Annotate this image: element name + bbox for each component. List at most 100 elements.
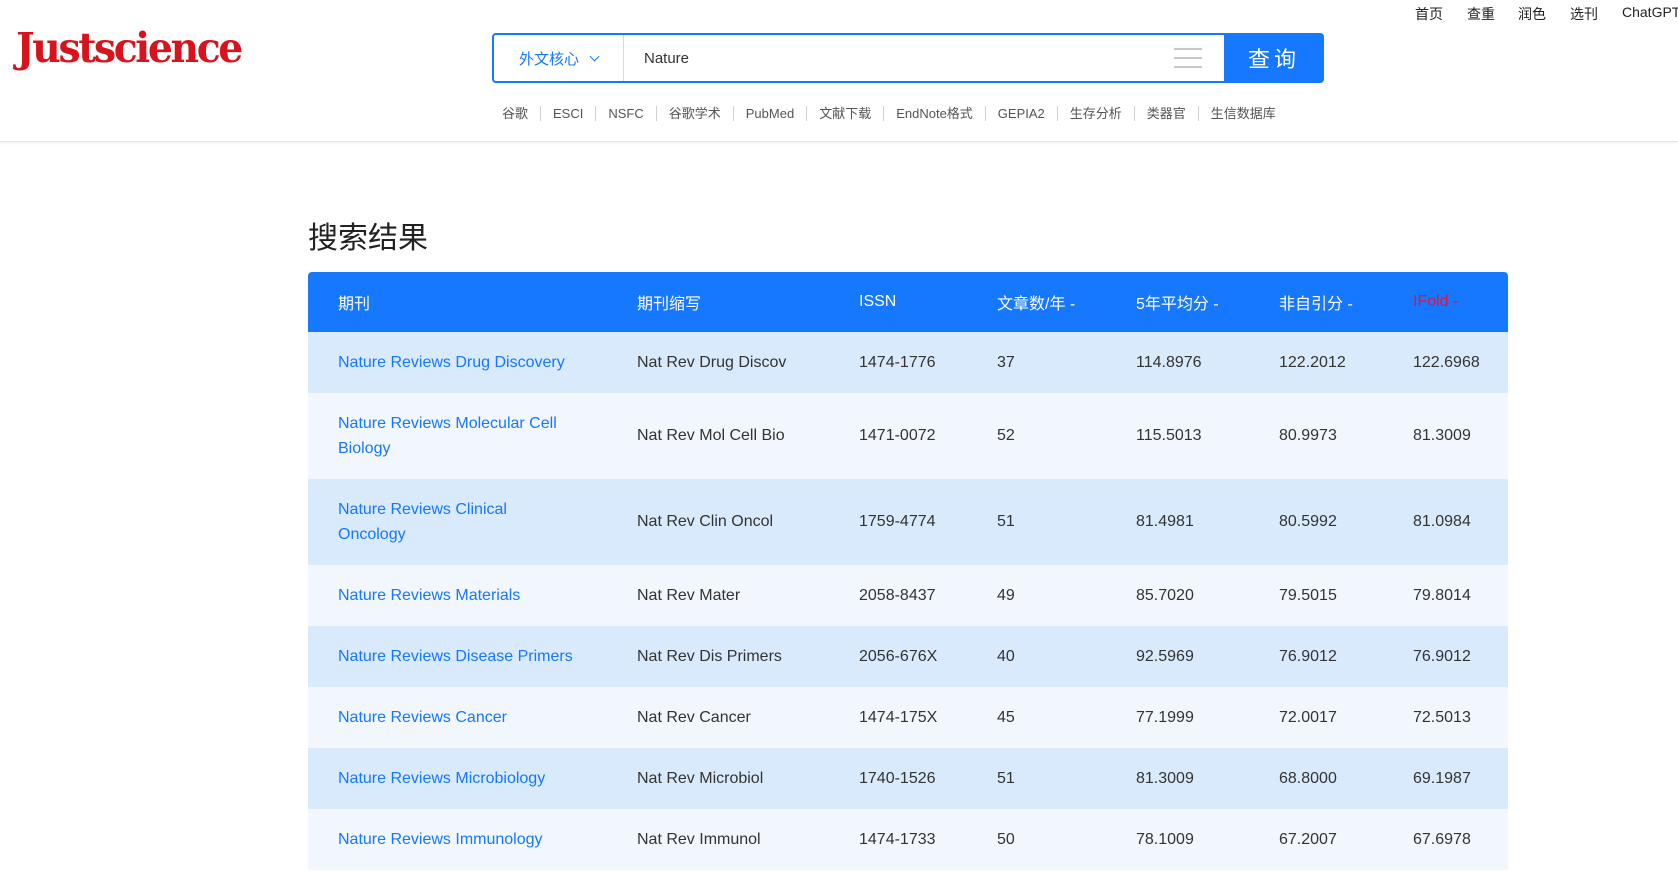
col-issn: ISSN [859,293,897,310]
table-row: Nature Reviews Immunology Nat Rev Immuno… [308,809,1508,870]
journal-link[interactable]: Nature Reviews Molecular Cell Biology [308,411,607,461]
quicklink-organoid[interactable]: 类器官 [1133,106,1198,121]
search-input[interactable] [624,35,1174,81]
quicklink-pubmed[interactable]: PubMed [732,106,806,121]
journal-ifold: 81.3009 [1413,427,1471,444]
journal-avg5: 85.7020 [1136,586,1194,604]
journal-issn: 1471-0072 [859,427,936,444]
journal-link[interactable]: Nature Reviews Cancer [308,705,607,730]
journal-avg5: 81.3009 [1136,769,1194,787]
journal-link[interactable]: Nature Reviews Drug Discovery [308,350,607,375]
col-articles-per-year[interactable]: 文章数/年 - [967,290,1106,314]
site-header: Justscience 首页 查重 润色 选刊 ChatGPT 外文核心 查询 … [0,0,1678,142]
table-row: Nature Reviews Molecular Cell Biology Na… [308,393,1508,479]
journal-abbr: Nat Rev Cancer [637,708,751,726]
journal-abbr: Nat Rev Mater [637,586,741,604]
journal-nonself: 122.2012 [1279,353,1346,371]
journal-abbr: Nat Rev Mol Cell Bio [637,427,785,444]
journal-abbr: Nat Rev Microbiol [637,769,764,787]
journal-ifold: 122.6968 [1413,353,1480,371]
nav-journal-selection[interactable]: 选刊 [1570,4,1598,24]
quicklink-google[interactable]: 谷歌 [502,106,540,121]
search-type-label: 外文核心 [518,50,579,68]
journal-link[interactable]: Nature Reviews Microbiology [308,766,607,791]
journal-nonself: 67.2007 [1279,830,1337,848]
table-header: 期刊 期刊缩写 ISSN 文章数/年 - 5年平均分 - 非自引分 - IFol… [308,272,1508,332]
journal-avg5: 81.4981 [1136,513,1194,530]
journal-avg5: 92.5969 [1136,647,1194,665]
journal-articles: 51 [997,513,1015,530]
journal-articles: 49 [997,586,1015,604]
menu-icon[interactable] [1174,35,1202,81]
quicklink-survival-analysis[interactable]: 生存分析 [1056,106,1134,121]
journal-issn: 2058-8437 [859,586,936,604]
journal-avg5: 78.1009 [1136,830,1194,848]
journal-avg5: 115.5013 [1136,427,1202,444]
journal-nonself: 72.0017 [1279,708,1337,726]
journal-ifold: 67.6978 [1413,830,1471,848]
col-abbreviation: 期刊缩写 [637,296,702,313]
journal-nonself: 79.5015 [1279,586,1337,604]
journal-nonself: 68.8000 [1279,769,1337,787]
journal-nonself: 80.5992 [1279,513,1337,530]
journal-link[interactable]: Nature Reviews Immunology [308,827,607,852]
quicklink-nsfc[interactable]: NSFC [595,106,655,121]
journal-ifold: 72.5013 [1413,708,1471,726]
nav-home[interactable]: 首页 [1415,4,1443,24]
journal-ifold: 79.8014 [1413,586,1471,604]
col-non-self-citation[interactable]: 非自引分 - [1249,290,1383,314]
site-logo[interactable]: Justscience [16,24,243,72]
journal-articles: 37 [997,353,1015,371]
chevron-down-icon [589,51,600,61]
quick-links: 谷歌 ESCI NSFC 谷歌学术 PubMed 文献下载 EndNote格式 … [502,106,1288,121]
journal-abbr: Nat Rev Dis Primers [637,647,782,665]
journal-abbr: Nat Rev Clin Oncol [637,513,774,530]
page-title: 搜索结果 [308,221,428,256]
journal-issn: 1474-1776 [859,353,936,371]
journal-issn: 1474-1733 [859,830,936,848]
quicklink-google-scholar[interactable]: 谷歌学术 [655,106,733,121]
quicklink-endnote[interactable]: EndNote格式 [883,106,985,121]
journal-nonself: 76.9012 [1279,647,1337,665]
journal-ifold: 81.0984 [1413,513,1471,530]
journal-issn: 2056-676X [859,647,938,665]
journal-nonself: 80.9973 [1279,427,1337,444]
journal-issn: 1740-1526 [859,769,936,787]
table-row: Nature Reviews Disease Primers Nat Rev D… [308,626,1508,687]
col-5yr-average[interactable]: 5年平均分 - [1106,290,1249,314]
journal-articles: 52 [997,427,1015,444]
nav-plagiarism-check[interactable]: 查重 [1467,4,1495,24]
table-row: Nature Reviews Microbiology Nat Rev Micr… [308,748,1508,809]
journal-ifold: 69.1987 [1413,769,1471,787]
journal-abbr: Nat Rev Immunol [637,830,761,848]
journal-link[interactable]: Nature Reviews Clinical Oncology [308,497,607,547]
col-ifold[interactable]: IFold - [1383,293,1508,311]
search-bar: 外文核心 查询 [492,33,1324,83]
col-journal: 期刊 [338,296,371,313]
results-table: 期刊 期刊缩写 ISSN 文章数/年 - 5年平均分 - 非自引分 - IFol… [308,272,1508,870]
journal-articles: 51 [997,769,1015,787]
journal-link[interactable]: Nature Reviews Disease Primers [308,644,607,669]
journal-avg5: 114.8976 [1136,353,1202,371]
journal-issn: 1474-175X [859,708,938,726]
journal-articles: 45 [997,708,1015,726]
nav-chatgpt[interactable]: ChatGPT [1622,4,1678,20]
quicklink-esci[interactable]: ESCI [540,106,595,121]
table-row: Nature Reviews Drug Discovery Nat Rev Dr… [308,332,1508,393]
table-row: Nature Reviews Materials Nat Rev Mater 2… [308,565,1508,626]
quicklink-literature-download[interactable]: 文献下载 [806,106,883,121]
search-type-dropdown[interactable]: 外文核心 [494,35,624,81]
journal-link[interactable]: Nature Reviews Materials [308,583,607,608]
table-row: Nature Reviews Cancer Nat Rev Cancer 147… [308,687,1508,748]
journal-issn: 1759-4774 [859,513,936,530]
search-button[interactable]: 查询 [1224,33,1324,83]
nav-polishing[interactable]: 润色 [1518,4,1546,24]
journal-ifold: 76.9012 [1413,647,1471,665]
journal-abbr: Nat Rev Drug Discov [637,353,787,371]
journal-articles: 50 [997,830,1015,848]
journal-articles: 40 [997,647,1015,665]
quicklink-gepia2[interactable]: GEPIA2 [984,106,1057,121]
journal-avg5: 77.1999 [1136,708,1194,726]
table-row: Nature Reviews Clinical Oncology Nat Rev… [308,479,1508,565]
quicklink-bioinfo-database[interactable]: 生信数据库 [1197,106,1288,121]
